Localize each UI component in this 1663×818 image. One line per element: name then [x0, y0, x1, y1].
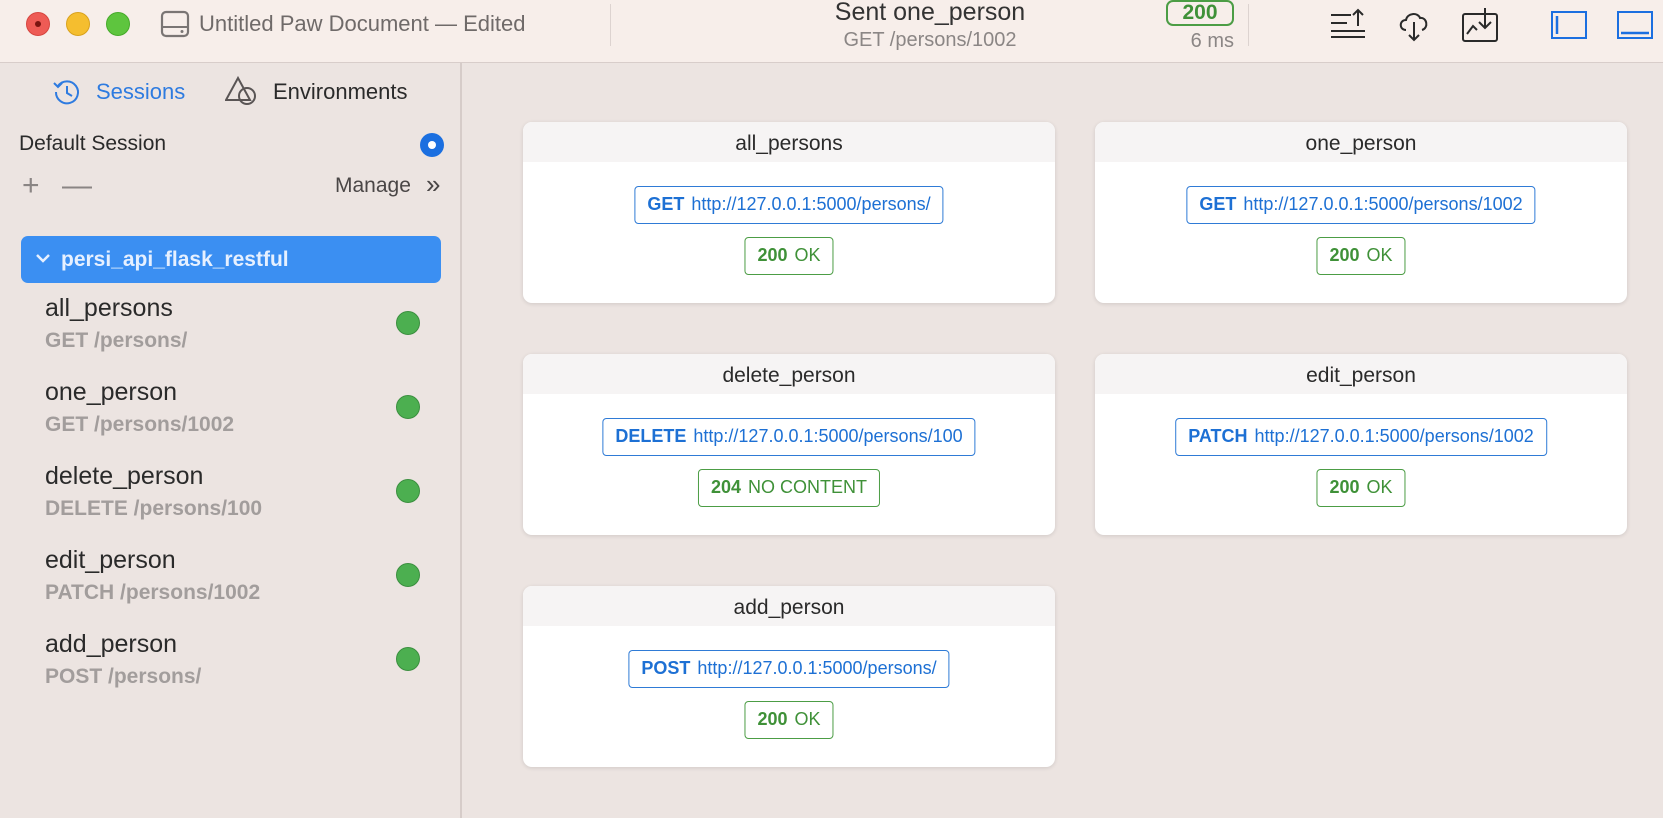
card-url-text: http://127.0.0.1:5000/persons/: [691, 194, 931, 214]
card-request-url[interactable]: GET http://127.0.0.1:5000/persons/: [634, 186, 944, 224]
request-item-name: delete_person: [45, 462, 204, 490]
card-response-status[interactable]: 200 OK: [1316, 237, 1406, 275]
response-status-badge[interactable]: 200: [1166, 0, 1234, 26]
request-item-path: GET /persons/1002: [45, 413, 235, 436]
request-status-dot: [396, 479, 420, 503]
cloud-sync-icon[interactable]: [1396, 6, 1434, 44]
request-card-delete-person[interactable]: delete_person DELETE http://127.0.0.1:500…: [523, 354, 1055, 535]
request-item-name: edit_person: [45, 546, 176, 574]
document-title: Untitled Paw Document — Edited: [199, 11, 526, 36]
card-method: GET: [1199, 194, 1237, 214]
card-title: delete_person: [523, 354, 1055, 394]
request-status-dot: [396, 563, 420, 587]
export-icon[interactable]: [1329, 6, 1367, 44]
request-item-path: PATCH /persons/1002: [45, 581, 261, 604]
session-name[interactable]: Default Session: [19, 132, 166, 156]
disk-icon: [160, 10, 190, 38]
request-card-one-person[interactable]: one_person GET http://127.0.0.1:5000/pers…: [1095, 122, 1627, 303]
environments-shapes-icon: [225, 76, 256, 105]
card-request-url[interactable]: GET http://127.0.0.1:5000/persons/1002: [1186, 186, 1536, 224]
card-method: POST: [641, 658, 691, 678]
card-title: add_person: [523, 586, 1055, 626]
card-status-text: OK: [1366, 477, 1393, 497]
manage-chevron-icon[interactable]: »: [426, 169, 440, 200]
card-method: GET: [647, 194, 685, 214]
manage-button[interactable]: Manage: [335, 174, 411, 198]
request-item-path: DELETE /persons/100: [45, 497, 263, 520]
history-clock-icon: [53, 80, 79, 105]
request-card-edit-person[interactable]: edit_person PATCH http://127.0.0.1:5000/p…: [1095, 354, 1627, 535]
request-item-name: all_persons: [45, 294, 173, 322]
request-item-path: GET /persons/: [45, 329, 188, 352]
tab-sessions-label: Sessions: [96, 79, 186, 104]
sent-request-path: GET /persons/1002: [843, 29, 1017, 51]
sent-request-title: Sent one_person: [834, 0, 1026, 26]
minimize-window-button[interactable]: [66, 12, 90, 36]
card-status-text: OK: [794, 709, 821, 729]
card-status-text: OK: [1366, 245, 1393, 265]
toggle-sidebar-icon[interactable]: [1550, 6, 1588, 44]
request-group-header[interactable]: persi_api_flask_restful: [21, 236, 441, 283]
card-status-code: 200: [757, 709, 788, 729]
session-active-radio[interactable]: [420, 133, 444, 157]
toolbar-divider: [1248, 4, 1249, 46]
request-item-all-persons[interactable]: all_persons GET /persons/: [0, 294, 440, 372]
chevron-down-icon[interactable]: [34, 249, 52, 267]
card-request-url[interactable]: DELETE http://127.0.0.1:5000/persons/100: [602, 418, 976, 456]
card-url-text: http://127.0.0.1:5000/persons/1002: [1243, 194, 1523, 214]
request-item-path: POST /persons/: [45, 665, 202, 688]
card-method: DELETE: [615, 426, 687, 446]
toolbar-divider: [610, 4, 611, 46]
card-status-code: 200: [1329, 477, 1360, 497]
card-status-code: 204: [710, 477, 742, 497]
card-title: edit_person: [1095, 354, 1627, 394]
request-status-dot: [396, 311, 420, 335]
maximize-window-button[interactable]: [106, 12, 130, 36]
request-item-name: add_person: [45, 630, 178, 658]
request-status-dot: [396, 647, 420, 671]
card-url-text: http://127.0.0.1:5000/persons/1002: [1254, 426, 1534, 446]
card-request-url[interactable]: PATCH http://127.0.0.1:5000/persons/1002: [1175, 418, 1547, 456]
card-method: PATCH: [1188, 426, 1248, 446]
response-time: 6 ms: [1190, 30, 1234, 52]
card-title: one_person: [1095, 122, 1627, 162]
request-item-edit-person[interactable]: edit_person PATCH /persons/1002: [0, 546, 440, 624]
card-url-text: http://127.0.0.1:5000/persons/: [697, 658, 937, 678]
request-status-dot: [396, 395, 420, 419]
card-response-status[interactable]: 200 OK: [744, 237, 834, 275]
request-item-delete-person[interactable]: delete_person DELETE /persons/100: [0, 462, 440, 540]
request-card-all-persons[interactable]: all_persons GET http://127.0.0.1:5000/per…: [523, 122, 1055, 303]
tab-environments[interactable]: Environments: [225, 75, 408, 109]
card-url-text: http://127.0.0.1:5000/persons/100: [693, 426, 963, 446]
card-response-status[interactable]: 200 OK: [1316, 469, 1406, 507]
sidebar: Sessions Environments Default Session + …: [0, 63, 462, 818]
request-item-one-person[interactable]: one_person GET /persons/1002: [0, 378, 440, 456]
import-icon[interactable]: [1461, 6, 1499, 44]
toggle-bottom-panel-icon[interactable]: [1616, 6, 1654, 44]
card-status-code: 200: [757, 245, 788, 265]
request-item-add-person[interactable]: add_person POST /persons/: [0, 630, 440, 708]
card-request-url[interactable]: POST http://127.0.0.1:5000/persons/: [628, 650, 950, 688]
card-response-status[interactable]: 200 OK: [744, 701, 834, 739]
close-window-button[interactable]: [26, 12, 50, 36]
tab-environments-label: Environments: [273, 79, 408, 104]
card-status-code: 200: [1329, 245, 1360, 265]
card-status-text: NO CONTENT: [748, 477, 868, 497]
title-bar: Untitled Paw Document — Edited Sent one_…: [0, 0, 1663, 63]
request-group-name: persi_api_flask_restful: [61, 247, 289, 271]
add-request-button[interactable]: +: [22, 171, 40, 201]
request-item-name: one_person: [45, 378, 178, 406]
tab-sessions[interactable]: Sessions: [52, 75, 185, 109]
card-title: all_persons: [523, 122, 1055, 162]
card-status-text: OK: [794, 245, 821, 265]
remove-request-button[interactable]: —: [62, 171, 92, 201]
card-response-status[interactable]: 204 NO CONTENT: [697, 469, 881, 507]
request-card-add-person[interactable]: add_person POST http://127.0.0.1:5000/per…: [523, 586, 1055, 767]
